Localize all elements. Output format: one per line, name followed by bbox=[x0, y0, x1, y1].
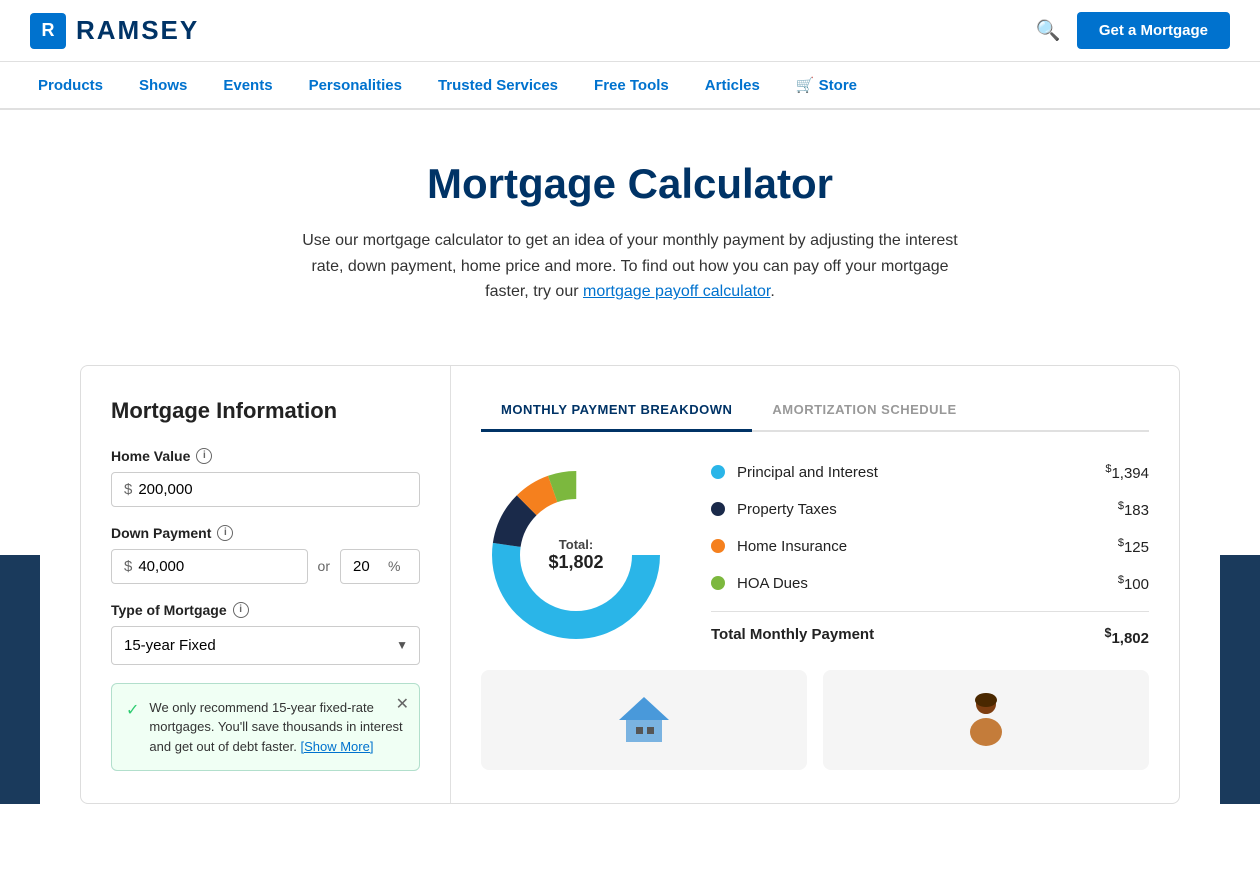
search-icon: 🔍 bbox=[1036, 20, 1061, 42]
show-more-link[interactable]: [Show More] bbox=[300, 739, 373, 754]
header-right: 🔍 Get a Mortgage bbox=[1036, 12, 1230, 49]
down-payment-percent-input[interactable] bbox=[353, 558, 388, 575]
bottom-card-house bbox=[481, 670, 807, 770]
total-monthly-row: Total Monthly Payment $1,802 bbox=[711, 626, 1149, 647]
down-payment-prefix: $ bbox=[124, 558, 132, 575]
mortgage-info-panel: Mortgage Information Home Value i $ Down… bbox=[81, 366, 451, 804]
mortgage-type-select[interactable]: 15-year Fixed 30-year Fixed 5/1 ARM bbox=[111, 626, 420, 665]
nav-item-articles[interactable]: Articles bbox=[687, 63, 778, 108]
calculator-section: Mortgage Information Home Value i $ Down… bbox=[80, 365, 1180, 805]
mortgage-type-info-icon[interactable]: i bbox=[233, 602, 249, 618]
rec-text-content: We only recommend 15-year fixed-rate mor… bbox=[149, 698, 405, 757]
legend: Principal and Interest $1,394 Property T… bbox=[711, 463, 1149, 647]
legend-name-property-taxes: Property Taxes bbox=[737, 501, 1118, 518]
breakdown-panel: MONTHLY PAYMENT BREAKDOWN AMORTIZATION S… bbox=[451, 366, 1179, 804]
legend-name-principal: Principal and Interest bbox=[737, 464, 1105, 481]
nav-item-personalities[interactable]: Personalities bbox=[291, 63, 420, 108]
total-monthly-label: Total Monthly Payment bbox=[711, 626, 874, 647]
logo-icon: R bbox=[30, 13, 66, 49]
legend-dot-home-insurance bbox=[711, 539, 725, 553]
right-dark-block bbox=[1220, 555, 1260, 805]
home-value-info-icon[interactable]: i bbox=[196, 448, 212, 464]
donut-total-text: Total: bbox=[548, 537, 603, 552]
down-payment-percent-wrapper: % bbox=[340, 549, 420, 584]
home-value-prefix: $ bbox=[124, 481, 132, 498]
down-payment-input[interactable] bbox=[138, 558, 294, 575]
legend-item-home-insurance: Home Insurance $125 bbox=[711, 537, 1149, 556]
legend-item-principal: Principal and Interest $1,394 bbox=[711, 463, 1149, 482]
bottom-cards bbox=[481, 670, 1149, 770]
down-payment-input-wrapper: $ bbox=[111, 549, 308, 584]
legend-name-home-insurance: Home Insurance bbox=[737, 538, 1118, 555]
donut-total-amount: $1,802 bbox=[548, 552, 603, 573]
tabs: MONTHLY PAYMENT BREAKDOWN AMORTIZATION S… bbox=[481, 390, 1149, 432]
page-title: Mortgage Calculator bbox=[20, 160, 1240, 208]
mortgage-type-select-wrapper: 15-year Fixed 30-year Fixed 5/1 ARM ▼ bbox=[111, 626, 420, 665]
legend-name-hoa-dues: HOA Dues bbox=[737, 575, 1118, 592]
tab-amortization[interactable]: AMORTIZATION SCHEDULE bbox=[752, 390, 976, 432]
legend-dot-property-taxes bbox=[711, 502, 725, 516]
legend-divider bbox=[711, 611, 1149, 612]
nav-item-products[interactable]: Products bbox=[20, 63, 121, 108]
get-mortgage-button[interactable]: Get a Mortgage bbox=[1077, 12, 1230, 49]
legend-value-property-taxes: $183 bbox=[1118, 500, 1149, 519]
payoff-calculator-link[interactable]: mortgage payoff calculator bbox=[583, 283, 770, 300]
down-payment-info-icon[interactable]: i bbox=[217, 525, 233, 541]
nav-item-events[interactable]: Events bbox=[205, 63, 290, 108]
legend-value-home-insurance: $125 bbox=[1118, 537, 1149, 556]
bottom-card-person bbox=[823, 670, 1149, 770]
legend-item-hoa-dues: HOA Dues $100 bbox=[711, 574, 1149, 593]
nav-item-trusted-services[interactable]: Trusted Services bbox=[420, 63, 576, 108]
percent-suffix: % bbox=[388, 558, 400, 574]
chart-area: Total: $1,802 Principal and Interest $1,… bbox=[481, 460, 1149, 650]
home-value-label: Home Value i bbox=[111, 448, 420, 464]
hero-description: Use our mortgage calculator to get an id… bbox=[290, 228, 970, 305]
house-icon bbox=[614, 692, 674, 747]
donut-label: Total: $1,802 bbox=[548, 537, 603, 573]
down-payment-label: Down Payment i bbox=[111, 525, 420, 541]
hero-section: Mortgage Calculator Use our mortgage cal… bbox=[0, 110, 1260, 335]
down-payment-row: $ or % bbox=[111, 549, 420, 584]
home-value-input[interactable] bbox=[138, 481, 407, 498]
person-icon bbox=[959, 690, 1014, 750]
legend-value-hoa-dues: $100 bbox=[1118, 574, 1149, 593]
nav-item-free-tools[interactable]: Free Tools bbox=[576, 63, 687, 108]
legend-dot-hoa-dues bbox=[711, 576, 725, 590]
donut-chart: Total: $1,802 bbox=[481, 460, 671, 650]
search-button[interactable]: 🔍 bbox=[1036, 18, 1061, 43]
left-dark-block bbox=[0, 555, 40, 805]
legend-item-property-taxes: Property Taxes $183 bbox=[711, 500, 1149, 519]
home-value-input-wrapper: $ bbox=[111, 472, 420, 507]
rec-close-button[interactable]: ✕ bbox=[396, 694, 409, 714]
legend-dot-principal bbox=[711, 465, 725, 479]
tab-monthly-payment[interactable]: MONTHLY PAYMENT BREAKDOWN bbox=[481, 390, 752, 432]
main-nav: Products Shows Events Personalities Trus… bbox=[0, 62, 1260, 110]
mortgage-info-title: Mortgage Information bbox=[111, 398, 420, 424]
logo: R RAMSEY bbox=[30, 13, 199, 49]
total-monthly-value: $1,802 bbox=[1105, 626, 1150, 647]
check-icon: ✓ bbox=[126, 699, 139, 723]
nav-item-shows[interactable]: Shows bbox=[121, 63, 205, 108]
recommendation-box: ✓ We only recommend 15-year fixed-rate m… bbox=[111, 683, 420, 772]
header: R RAMSEY 🔍 Get a Mortgage bbox=[0, 0, 1260, 62]
or-text: or bbox=[318, 558, 330, 574]
legend-value-principal: $1,394 bbox=[1105, 463, 1149, 482]
logo-text: RAMSEY bbox=[76, 15, 199, 46]
nav-item-store[interactable]: 🛒 Store bbox=[778, 62, 875, 108]
mortgage-type-label: Type of Mortgage i bbox=[111, 602, 420, 618]
